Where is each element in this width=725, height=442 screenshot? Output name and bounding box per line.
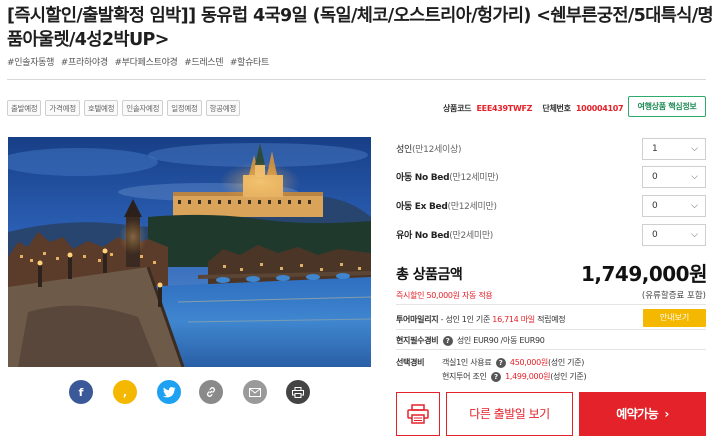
book-label: 예약가능: [616, 407, 659, 421]
pax-row-child-exbed: 아동 Ex Bed(만12세미만) 0 ⌵: [396, 195, 706, 217]
local-fee-info: 현지필수경비 ? 성인 EUR90 /아동 EUR90: [396, 335, 545, 346]
tab-hotel[interactable]: 호텔예정: [83, 100, 119, 116]
status-tabs: 출발예정 가격예정 호텔예정 인솔자예정 일정예정 항공예정: [7, 100, 241, 116]
local-fee-label: 현지필수경비: [396, 336, 439, 345]
twitter-icon[interactable]: [157, 380, 181, 404]
option-price: 450,000원: [509, 358, 548, 367]
option-local-tour: 현지투어 조인 ? 1,499,000원(성인 기준): [442, 371, 587, 382]
tab-flight[interactable]: 항공예정: [205, 100, 241, 116]
fuel-surcharge-note: (유류할증료 포함): [641, 291, 706, 301]
help-icon[interactable]: ?: [490, 371, 501, 382]
total-price: 1,749,000원: [580, 262, 708, 286]
pax-sub: (만12세미만): [449, 173, 499, 183]
child-nobed-count-select[interactable]: 0 ⌵: [642, 166, 706, 188]
tab-itinerary[interactable]: 일정예정: [167, 100, 202, 116]
tab-departure[interactable]: 출발예정: [7, 100, 42, 116]
option-price: 1,499,000원: [505, 372, 551, 381]
divider: [396, 349, 706, 350]
chevron-down-icon: ⌵: [691, 172, 698, 182]
print-button[interactable]: [396, 392, 440, 436]
select-value: 0: [652, 230, 658, 240]
pax-sub: (만12세이상): [411, 145, 462, 155]
chevron-down-icon: ⌵: [691, 201, 698, 211]
local-fee-value: 성인 EUR90 /아동 EUR90: [456, 336, 545, 345]
book-button[interactable]: 예약가능 ›: [579, 392, 706, 436]
printer-icon: [407, 404, 429, 424]
chevron-right-icon: ›: [664, 407, 669, 421]
product-codes: 상품코드 EEE439TWFZ 단체번호 100004107: [443, 103, 631, 114]
mileage-text: - 성인 1인 기준: [438, 315, 493, 324]
print-icon[interactable]: [286, 380, 310, 404]
mileage-text: 적립예정: [534, 315, 566, 324]
hashtag[interactable]: #할슈타트: [230, 58, 269, 68]
hashtag[interactable]: #인솔자동행: [7, 58, 54, 68]
option-name: 객실1인 사용료: [442, 358, 492, 367]
select-value: 0: [652, 201, 658, 211]
divider: [396, 329, 706, 330]
pax-label: 아동 Ex Bed: [396, 202, 448, 212]
total-label: 총 상품금액: [396, 267, 463, 283]
group-no-label: 단체번호: [542, 104, 571, 113]
prague-night-image: [8, 137, 371, 367]
pax-row-infant: 유아 No Bed(만2세미만) 0 ⌵: [396, 224, 706, 246]
chevron-down-icon: ⌵: [691, 230, 698, 240]
facebook-icon[interactable]: f: [69, 380, 93, 404]
infant-count-select[interactable]: 0 ⌵: [642, 224, 706, 246]
mileage-amount: 16,714 마일: [492, 315, 535, 324]
help-icon[interactable]: ?: [442, 335, 453, 346]
chevron-down-icon: ⌵: [691, 144, 698, 154]
child-exbed-count-select[interactable]: 0 ⌵: [642, 195, 706, 217]
option-note: (성인 기준): [547, 358, 585, 367]
pax-sub: (만2세미만): [449, 231, 494, 241]
hashtag[interactable]: #드레스덴: [184, 58, 223, 68]
help-icon[interactable]: ?: [495, 357, 506, 368]
pax-label: 아동 No Bed: [396, 173, 450, 183]
email-icon[interactable]: [243, 380, 267, 404]
option-note: (성인 기준): [550, 372, 587, 381]
select-value: 1: [652, 144, 658, 154]
link-icon[interactable]: [199, 380, 223, 404]
group-no: 100004107: [575, 104, 624, 113]
mileage-info: 투어마일리지 - 성인 1인 기준 16,714 마일 적립예정: [396, 314, 566, 325]
divider: [7, 79, 706, 80]
option-name: 현지투어 조인: [442, 372, 487, 381]
key-info-button[interactable]: 여행상품 핵심정보: [628, 96, 706, 117]
product-code-label: 상품코드: [443, 104, 472, 113]
option-single-room: 객실1인 사용료 ? 450,000원(성인 기준): [442, 357, 584, 368]
mileage-guide-button[interactable]: 안내보기: [643, 309, 706, 327]
hashtag-list: #인솔자동행 #프라하야경 #부다페스트야경 #드레스덴 #할슈타트: [7, 55, 273, 68]
tab-price[interactable]: 가격예정: [45, 100, 80, 116]
tab-guide[interactable]: 인솔자예정: [122, 100, 164, 116]
pax-label: 유아 No Bed: [396, 231, 450, 241]
divider: [396, 304, 706, 305]
other-departures-button[interactable]: 다른 출발일 보기: [446, 392, 573, 436]
discount-note: 즉시할인 50,000원 자동 적용: [396, 291, 493, 300]
product-title: [즉시할인/출발확정 임박]] 동유럽 4국9일 (독일/체코/오스트리아/헝가…: [7, 6, 714, 50]
hashtag[interactable]: #프라하야경: [61, 58, 108, 68]
pax-label: 성인: [396, 145, 412, 155]
adult-count-select[interactable]: 1 ⌵: [642, 138, 706, 160]
pax-row-child-nobed: 아동 No Bed(만12세미만) 0 ⌵: [396, 166, 706, 188]
hashtag[interactable]: #부다페스트야경: [114, 58, 177, 68]
select-value: 0: [652, 172, 658, 182]
pax-sub: (만12세미만): [447, 202, 498, 212]
kakaostory-icon[interactable]: ,: [113, 380, 137, 404]
pax-row-adult: 성인(만12세이상) 1 ⌵: [396, 138, 706, 160]
product-photo[interactable]: ›: [8, 137, 371, 367]
mileage-label: 투어마일리지: [396, 315, 439, 324]
option-cost-label: 선택경비: [396, 358, 425, 367]
product-code: EEE439TWFZ: [476, 104, 533, 113]
